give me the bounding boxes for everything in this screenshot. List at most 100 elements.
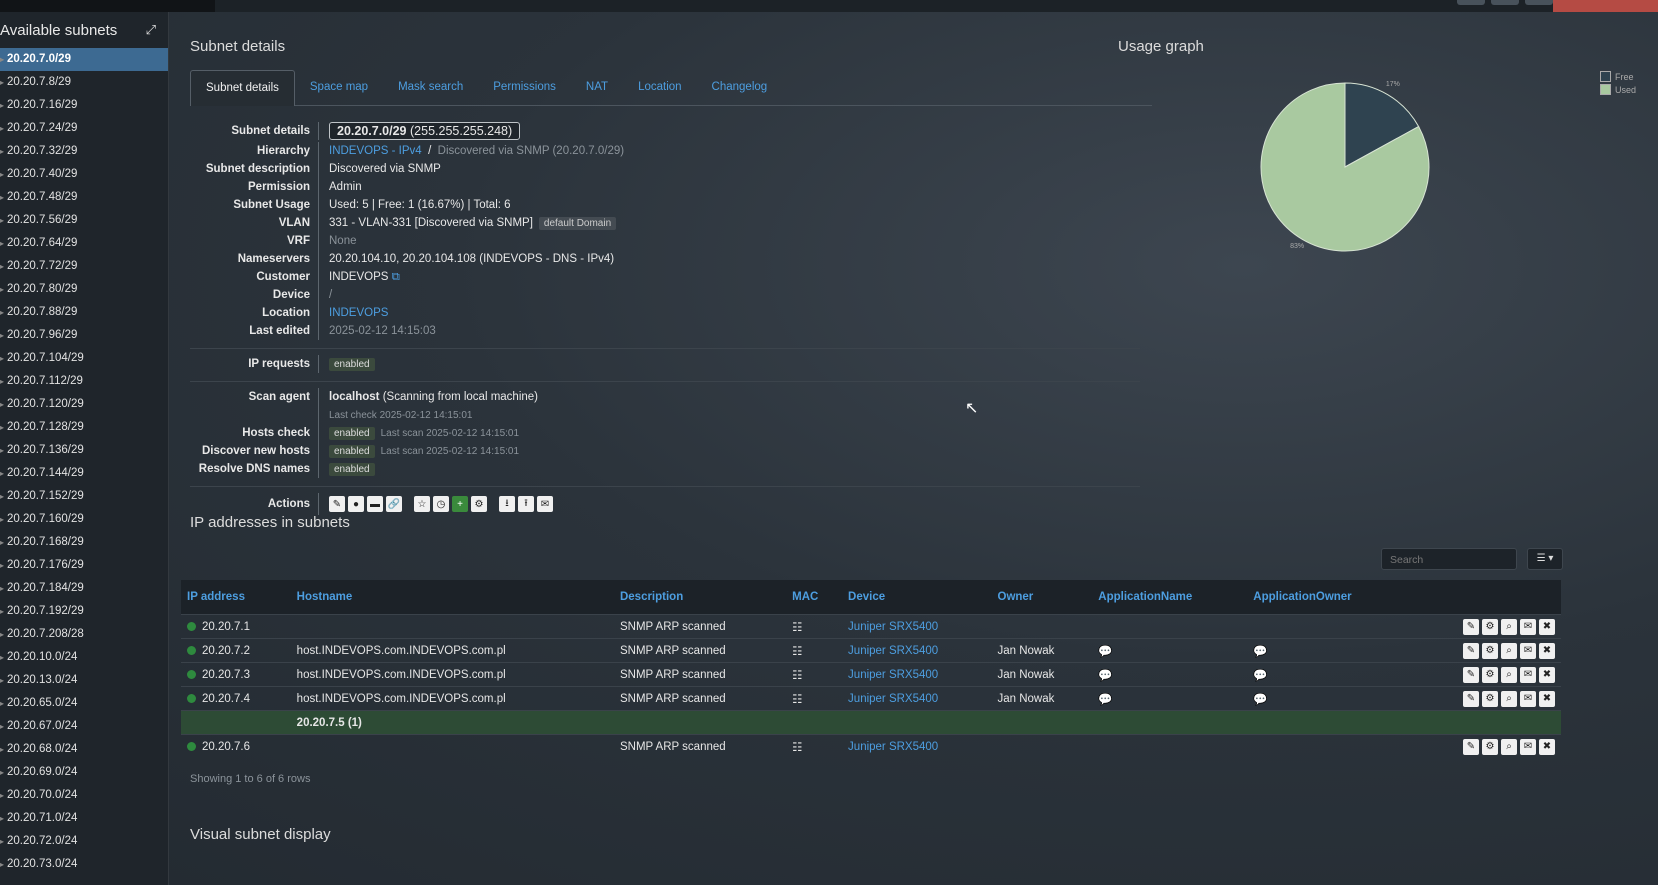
- search-icon[interactable]: ⌕: [1501, 738, 1517, 755]
- edit-icon[interactable]: ✎: [1463, 618, 1479, 635]
- sidebar-item-subnet[interactable]: ▸ 20.20.7.152/29: [0, 485, 168, 508]
- columns-toggle-button[interactable]: ☰ ▾: [1527, 548, 1563, 570]
- sidebar-item-subnet[interactable]: ▸ 20.20.7.168/29: [0, 531, 168, 554]
- mail-icon[interactable]: ✉: [1520, 738, 1536, 755]
- sidebar-item-subnet[interactable]: ▸ 20.20.7.112/29: [0, 370, 168, 393]
- sidebar-item-subnet[interactable]: ▸ 20.20.7.40/29: [0, 163, 168, 186]
- add-icon[interactable]: +: [452, 496, 468, 512]
- search-icon[interactable]: ⌕: [1501, 666, 1517, 683]
- window-button[interactable]: [1525, 0, 1553, 5]
- column-header[interactable]: MAC: [786, 580, 843, 615]
- table-row[interactable]: 20.20.7.2 host.INDEVOPS.com.INDEVOPS.com.…: [181, 638, 1561, 663]
- external-link-icon[interactable]: ⧉: [392, 271, 400, 283]
- favourite-icon[interactable]: ☆: [414, 496, 430, 512]
- settings-icon[interactable]: ⚙: [1482, 738, 1498, 755]
- edit-icon[interactable]: ✎: [1463, 642, 1479, 659]
- table-row[interactable]: 20.20.7.4 host.INDEVOPS.com.INDEVOPS.com.…: [181, 686, 1561, 711]
- table-row[interactable]: 20.20.7.6 SNMP ARP scanned ☷ Juniper SRX540…: [181, 734, 1561, 758]
- sidebar-item-subnet[interactable]: ▸ 20.20.69.0/24: [0, 761, 168, 784]
- sidebar-item-subnet[interactable]: ▸ 20.20.7.144/29: [0, 462, 168, 485]
- table-row[interactable]: 20.20.7.1 SNMP ARP scanned ☷ Juniper SRX540…: [181, 614, 1561, 639]
- link-icon[interactable]: 🔗: [386, 496, 402, 512]
- sidebar-item-subnet[interactable]: ▸ 20.20.10.0/24: [0, 646, 168, 669]
- mail-icon[interactable]: ✉: [1520, 666, 1536, 683]
- edit-icon[interactable]: ✎: [329, 496, 345, 512]
- sidebar-item-subnet[interactable]: ▸ 20.20.72.0/24: [0, 830, 168, 853]
- column-header[interactable]: ApplicationName: [1092, 580, 1248, 615]
- delete-icon[interactable]: ✖: [1539, 642, 1555, 659]
- device-link[interactable]: Juniper SRX5400: [842, 614, 992, 639]
- tab-nat[interactable]: NAT: [571, 70, 623, 104]
- search-icon[interactable]: ⌕: [1501, 690, 1517, 707]
- column-header[interactable]: Device: [842, 580, 992, 615]
- ip-cell[interactable]: 20.20.7.1: [181, 614, 291, 639]
- mail-icon[interactable]: ✉: [537, 496, 553, 512]
- column-header[interactable]: ApplicationOwner: [1247, 580, 1409, 615]
- export-icon[interactable]: ⭱: [518, 496, 534, 512]
- sidebar-item-subnet[interactable]: ▸ 20.20.68.0/24: [0, 738, 168, 761]
- permissions-icon[interactable]: ●: [348, 496, 364, 512]
- ip-cell[interactable]: 20.20.7.2: [181, 638, 291, 663]
- column-header[interactable]: Owner: [991, 580, 1093, 615]
- sidebar-item-subnet[interactable]: ▸ 20.20.7.8/29: [0, 71, 168, 94]
- sidebar-item-subnet[interactable]: ▸ 20.20.7.64/29: [0, 232, 168, 255]
- ip-cell[interactable]: 20.20.7.3: [181, 662, 291, 687]
- delete-icon[interactable]: ✖: [1539, 690, 1555, 707]
- sidebar-item-subnet[interactable]: ▸ 20.20.65.0/24: [0, 692, 168, 715]
- sidebar-item-subnet[interactable]: ▸ 20.20.67.0/24: [0, 715, 168, 738]
- sidebar-item-subnet[interactable]: ▸ 20.20.7.16/29: [0, 94, 168, 117]
- sidebar-item-subnet[interactable]: ▸ 20.20.7.0/29: [0, 48, 168, 71]
- mail-icon[interactable]: ✉: [1520, 690, 1536, 707]
- mail-icon[interactable]: ✉: [1520, 618, 1536, 635]
- close-button[interactable]: [1553, 0, 1658, 12]
- device-link[interactable]: Juniper SRX5400: [842, 734, 992, 758]
- sidebar-item-subnet[interactable]: ▸ 20.20.7.104/29: [0, 347, 168, 370]
- column-header[interactable]: IP address: [181, 580, 291, 615]
- clock-icon[interactable]: ◷: [433, 496, 449, 512]
- settings-icon[interactable]: ⚙: [1482, 642, 1498, 659]
- column-header[interactable]: Hostname: [290, 580, 614, 615]
- comment-icon[interactable]: 💬: [1253, 670, 1267, 682]
- comment-icon[interactable]: 💬: [1098, 646, 1112, 658]
- sidebar-item-subnet[interactable]: ▸ 20.20.70.0/24: [0, 784, 168, 807]
- sidebar-item-subnet[interactable]: ▸ 20.20.7.88/29: [0, 301, 168, 324]
- sidebar-item-subnet[interactable]: ▸ 20.20.7.48/29: [0, 186, 168, 209]
- expand-icon[interactable]: ⤢: [146, 22, 156, 38]
- device-link[interactable]: Juniper SRX5400: [842, 638, 992, 663]
- comment-icon[interactable]: 💬: [1253, 694, 1267, 706]
- tab-location[interactable]: Location: [623, 70, 696, 104]
- search-icon[interactable]: ⌕: [1501, 618, 1517, 635]
- sidebar-item-subnet[interactable]: ▸ 20.20.7.56/29: [0, 209, 168, 232]
- sidebar-item-subnet[interactable]: ▸ 20.20.7.24/29: [0, 117, 168, 140]
- sidebar-item-subnet[interactable]: ▸ 20.20.7.176/29: [0, 554, 168, 577]
- tab-changelog[interactable]: Changelog: [697, 70, 783, 104]
- table-row[interactable]: 20.20.7.3 host.INDEVOPS.com.INDEVOPS.com.…: [181, 662, 1561, 687]
- sidebar-item-subnet[interactable]: ▸ 20.20.7.72/29: [0, 255, 168, 278]
- delete-icon[interactable]: ✖: [1539, 738, 1555, 755]
- edit-icon[interactable]: ✎: [1463, 666, 1479, 683]
- sidebar-item-subnet[interactable]: ▸ 20.20.7.96/29: [0, 324, 168, 347]
- sidebar-item-subnet[interactable]: ▸ 20.20.13.0/24: [0, 669, 168, 692]
- delete-icon[interactable]: ✖: [1539, 618, 1555, 635]
- settings-icon[interactable]: ⚙: [1482, 690, 1498, 707]
- tab-mask-search[interactable]: Mask search: [383, 70, 478, 104]
- delete-icon[interactable]: ✖: [1539, 666, 1555, 683]
- column-header[interactable]: Description: [613, 580, 787, 615]
- sidebar-item-subnet[interactable]: ▸ 20.20.7.208/28: [0, 623, 168, 646]
- edit-icon[interactable]: ✎: [1463, 738, 1479, 755]
- sidebar-item-subnet[interactable]: ▸ 20.20.7.160/29: [0, 508, 168, 531]
- location-link[interactable]: INDEVOPS: [329, 307, 388, 319]
- tab-subnet-details[interactable]: Subnet details: [190, 70, 295, 106]
- ip-cell[interactable]: 20.20.7.6: [181, 734, 291, 758]
- sidebar-item-subnet[interactable]: ▸ 20.20.71.0/24: [0, 807, 168, 830]
- settings-icon[interactable]: ⚙: [1482, 666, 1498, 683]
- table-row[interactable]: 20.20.7.5 (1): [181, 710, 1561, 735]
- sidebar-item-subnet[interactable]: ▸ 20.20.7.120/29: [0, 393, 168, 416]
- search-icon[interactable]: ⌕: [1501, 642, 1517, 659]
- mail-icon[interactable]: ✉: [1520, 642, 1536, 659]
- sidebar-item-subnet[interactable]: ▸ 20.20.7.136/29: [0, 439, 168, 462]
- hierarchy-link[interactable]: INDEVOPS - IPv4: [329, 145, 422, 157]
- scan-icon[interactable]: ⚙: [471, 496, 487, 512]
- sidebar-item-subnet[interactable]: ▸ 20.20.7.184/29: [0, 577, 168, 600]
- comment-icon[interactable]: 💬: [1098, 694, 1112, 706]
